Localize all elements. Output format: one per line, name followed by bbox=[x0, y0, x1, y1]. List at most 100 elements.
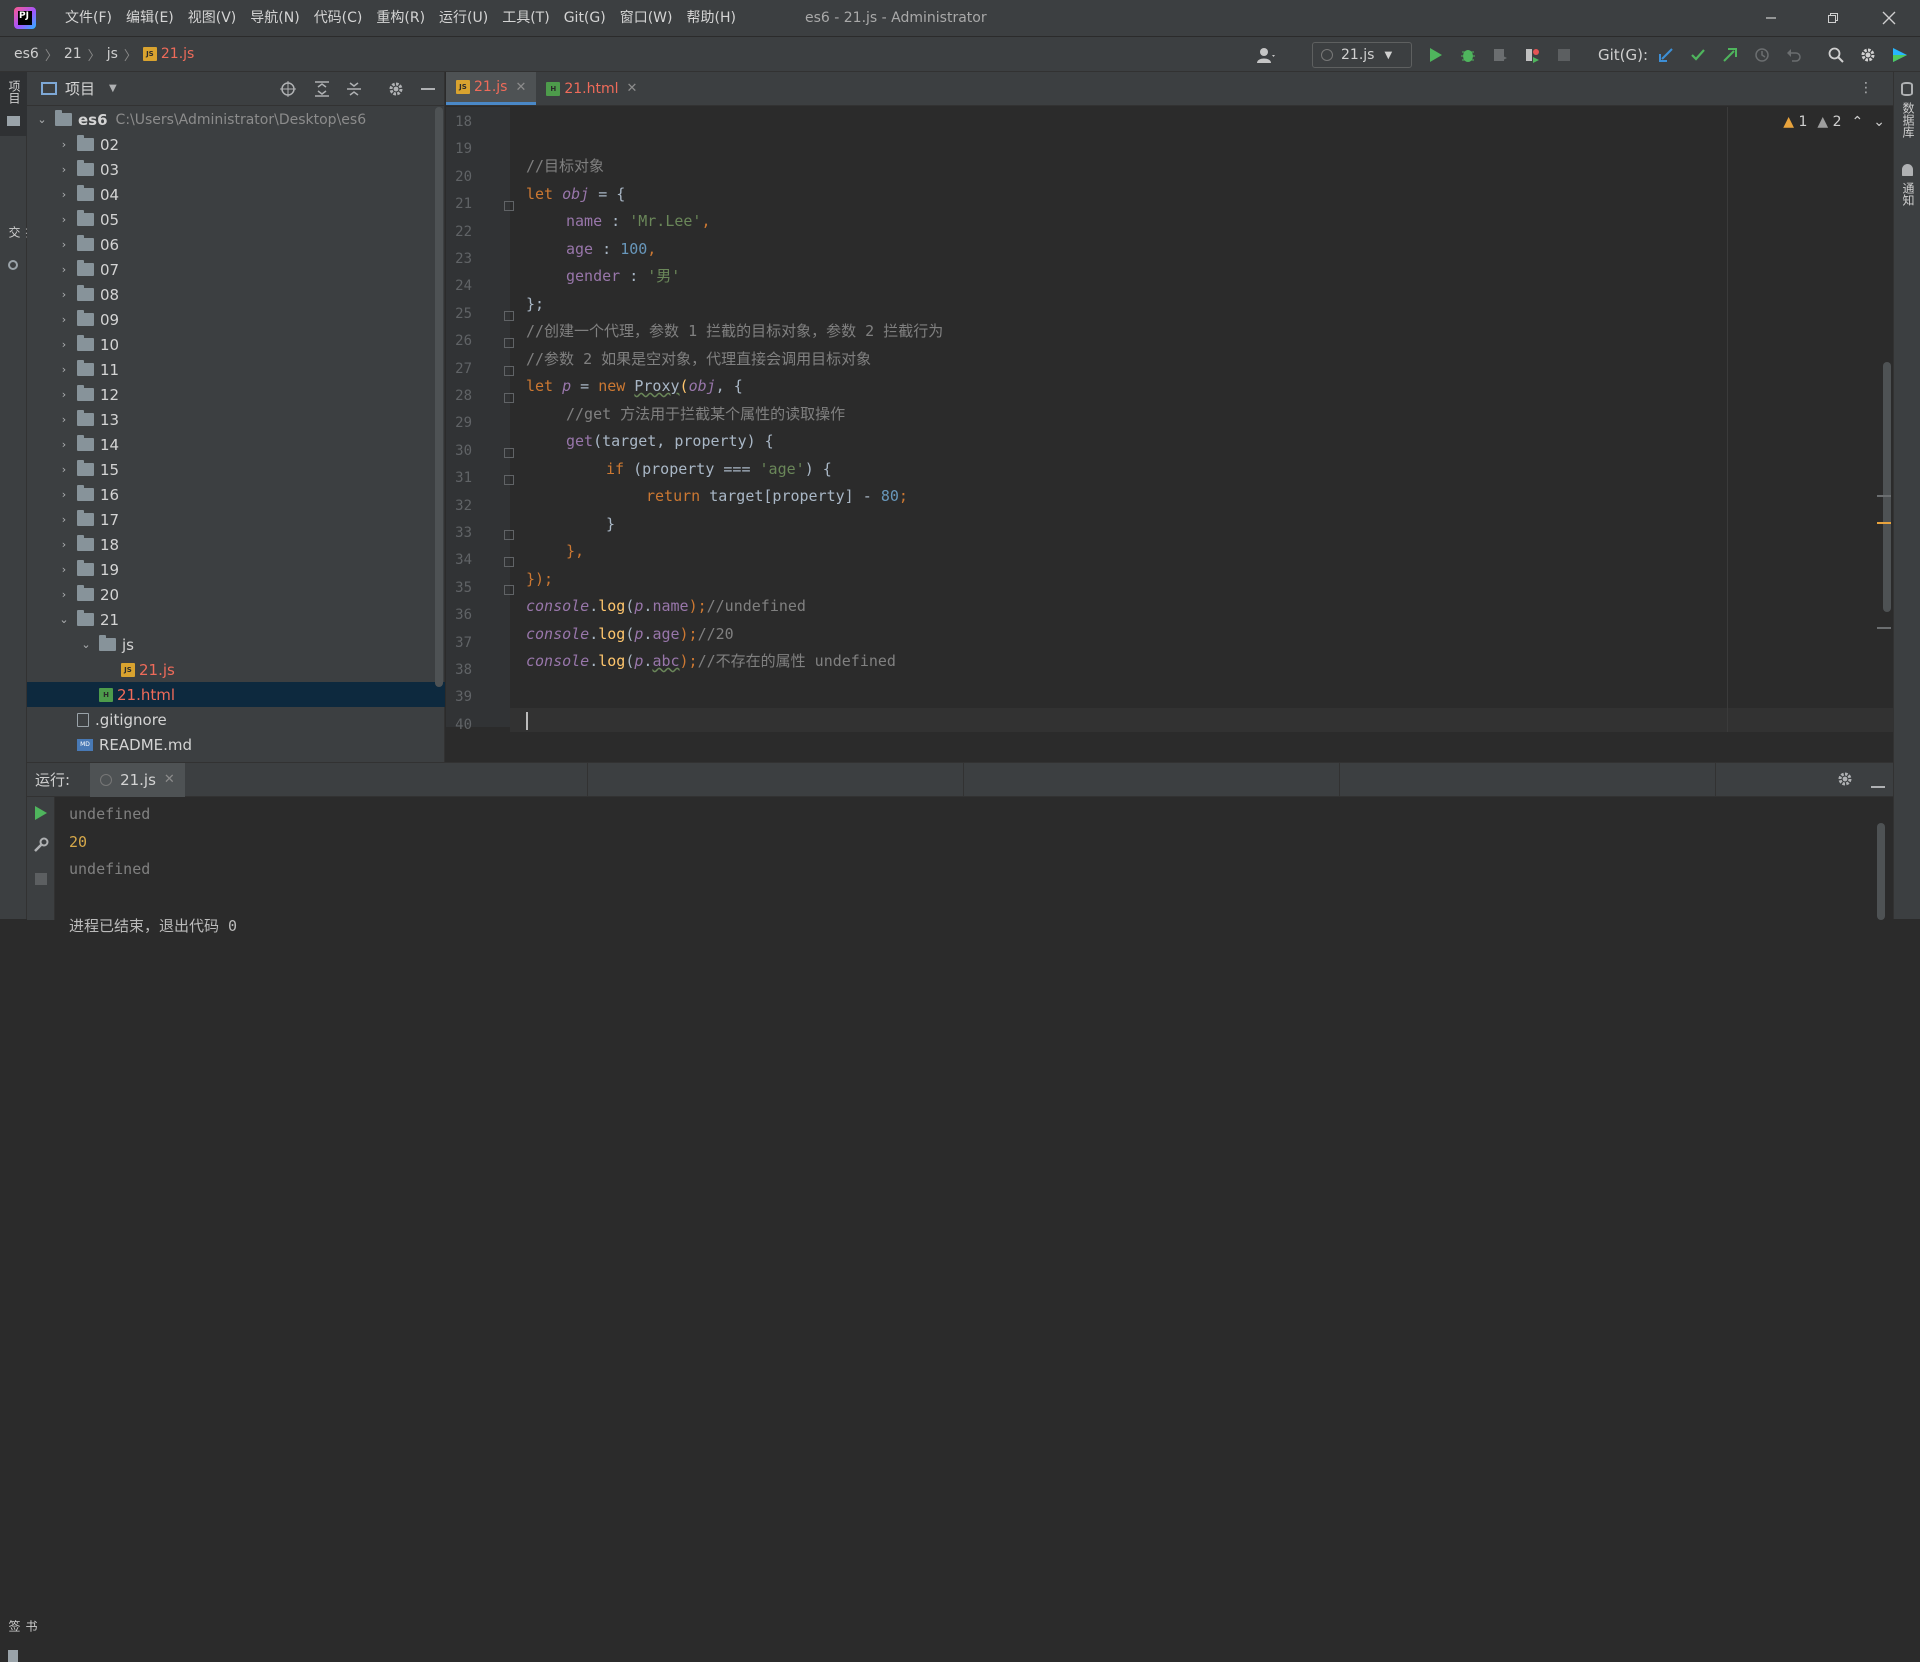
chevron-right-icon[interactable]: › bbox=[57, 213, 71, 226]
weak-warning-count[interactable]: ▲ 2 bbox=[1817, 114, 1841, 130]
close-icon[interactable] bbox=[1866, 0, 1912, 36]
chevron-right-icon[interactable]: › bbox=[57, 313, 71, 326]
breadcrumb-21[interactable]: 21 bbox=[60, 46, 86, 62]
commit-tool-button[interactable]: 提交 bbox=[0, 148, 38, 270]
run-icon[interactable] bbox=[1426, 45, 1446, 65]
expand-all-icon[interactable] bbox=[313, 80, 331, 98]
project-panel-title[interactable]: 项目 bbox=[65, 78, 95, 99]
locate-file-icon[interactable] bbox=[279, 80, 297, 98]
tree-file-21-html[interactable]: H 21.html bbox=[27, 682, 445, 707]
hide-panel-icon[interactable] bbox=[419, 80, 437, 98]
coverage-icon[interactable] bbox=[1490, 45, 1510, 65]
chevron-right-icon[interactable]: › bbox=[57, 163, 71, 176]
tree-folder-17[interactable]: › 17 bbox=[27, 507, 445, 532]
fold-marker-icon[interactable] bbox=[504, 447, 514, 458]
menu-window[interactable]: 窗口(W) bbox=[613, 0, 680, 36]
menu-edit[interactable]: 编辑(E) bbox=[119, 0, 181, 36]
chevron-right-icon[interactable]: › bbox=[57, 388, 71, 401]
tree-file-gitignore[interactable]: .gitignore bbox=[27, 707, 445, 732]
tree-file-readme[interactable]: MD README.md bbox=[27, 732, 445, 757]
chevron-right-icon[interactable]: › bbox=[57, 363, 71, 376]
tree-folder-03[interactable]: › 03 bbox=[27, 157, 445, 182]
tree-folder-18[interactable]: › 18 bbox=[27, 532, 445, 557]
tree-folder-10[interactable]: › 10 bbox=[27, 332, 445, 357]
chevron-right-icon[interactable]: › bbox=[57, 138, 71, 151]
chevron-down-icon[interactable]: ⌄ bbox=[35, 113, 49, 126]
tree-folder-21[interactable]: ⌄ 21 bbox=[27, 607, 445, 632]
breadcrumb-file[interactable]: JS 21.js bbox=[139, 46, 198, 62]
tree-folder-08[interactable]: › 08 bbox=[27, 282, 445, 307]
fold-marker-icon[interactable] bbox=[504, 393, 514, 403]
tree-folder-04[interactable]: › 04 bbox=[27, 182, 445, 207]
tab-21-html[interactable]: H 21.html ✕ bbox=[536, 72, 647, 105]
chevron-right-icon[interactable]: › bbox=[57, 413, 71, 426]
project-tool-button[interactable]: 项目 bbox=[0, 72, 27, 136]
more-tabs-icon[interactable]: ⋮ bbox=[1859, 80, 1873, 96]
menu-git[interactable]: Git(G) bbox=[557, 0, 613, 36]
tree-folder-06[interactable]: › 06 bbox=[27, 232, 445, 257]
menu-help[interactable]: 帮助(H) bbox=[679, 0, 742, 36]
rerun-icon[interactable] bbox=[34, 805, 48, 825]
settings-gear-icon[interactable] bbox=[1858, 45, 1878, 65]
menu-code[interactable]: 代码(C) bbox=[307, 0, 370, 36]
fold-marker-icon[interactable] bbox=[504, 201, 514, 212]
search-icon[interactable] bbox=[1826, 45, 1846, 65]
jetbrains-toolbox-icon[interactable] bbox=[1890, 45, 1910, 65]
tree-folder-02[interactable]: › 02 bbox=[27, 132, 445, 157]
chevron-right-icon[interactable]: › bbox=[57, 488, 71, 501]
debug-icon[interactable] bbox=[1458, 45, 1478, 65]
warning-marker[interactable] bbox=[1877, 522, 1891, 524]
chevron-right-icon[interactable]: › bbox=[57, 538, 71, 551]
menu-navigate[interactable]: 导航(N) bbox=[243, 0, 306, 36]
app-logo-icon[interactable]: PJ bbox=[14, 7, 36, 29]
restore-icon[interactable] bbox=[1810, 0, 1856, 36]
chevron-right-icon[interactable]: › bbox=[57, 263, 71, 276]
fold-marker-icon[interactable] bbox=[504, 475, 514, 486]
user-icon[interactable] bbox=[1256, 45, 1276, 65]
close-icon[interactable]: ✕ bbox=[164, 772, 175, 787]
chevron-right-icon[interactable]: › bbox=[57, 288, 71, 301]
tab-21-js[interactable]: JS 21.js ✕ bbox=[446, 72, 537, 105]
chevron-right-icon[interactable]: › bbox=[57, 513, 71, 526]
menu-run[interactable]: 运行(U) bbox=[432, 0, 495, 36]
stop-icon[interactable] bbox=[35, 873, 47, 889]
chevron-right-icon[interactable]: › bbox=[57, 438, 71, 451]
tree-root-es6[interactable]: ⌄ es6 C:\Users\Administrator\Desktop\es6 bbox=[27, 107, 445, 132]
close-icon[interactable]: ✕ bbox=[515, 80, 526, 95]
tree-folder-16[interactable]: › 16 bbox=[27, 482, 445, 507]
fold-marker-icon[interactable] bbox=[504, 310, 514, 321]
run-tab[interactable]: 21.js ✕ bbox=[90, 762, 185, 797]
console-scrollbar[interactable] bbox=[1877, 823, 1885, 920]
minimize-icon[interactable] bbox=[1748, 0, 1794, 36]
fold-marker-icon[interactable] bbox=[504, 530, 514, 540]
fold-marker-icon[interactable] bbox=[504, 338, 514, 349]
hide-panel-icon[interactable] bbox=[1871, 778, 1885, 793]
menu-view[interactable]: 视图(V) bbox=[181, 0, 244, 36]
chevron-right-icon[interactable]: › bbox=[57, 463, 71, 476]
close-icon[interactable]: ✕ bbox=[627, 81, 638, 96]
tree-folder-js[interactable]: ⌄ js bbox=[27, 632, 445, 657]
bookmarks-tool-button[interactable]: 书签 bbox=[0, 842, 38, 1662]
menu-tools[interactable]: 工具(T) bbox=[495, 0, 556, 36]
rollback-icon[interactable] bbox=[1784, 45, 1804, 65]
chevron-down-icon[interactable]: ▼ bbox=[109, 83, 117, 94]
breadcrumb-js[interactable]: js bbox=[103, 46, 122, 62]
tree-folder-07[interactable]: › 07 bbox=[27, 257, 445, 282]
tree-folder-12[interactable]: › 12 bbox=[27, 382, 445, 407]
scroll-marker[interactable] bbox=[1877, 627, 1891, 629]
editor-scrollbar[interactable] bbox=[1883, 362, 1891, 612]
chevron-right-icon[interactable]: › bbox=[57, 238, 71, 251]
database-tool-button[interactable]: 数据库 bbox=[1894, 78, 1920, 148]
profile-icon[interactable] bbox=[1522, 45, 1542, 65]
fold-marker-icon[interactable] bbox=[504, 365, 514, 376]
chevron-right-icon[interactable]: › bbox=[57, 188, 71, 201]
project-tree-scrollbar[interactable] bbox=[435, 107, 443, 687]
chevron-right-icon[interactable]: › bbox=[57, 563, 71, 576]
chevron-down-icon[interactable]: ⌄ bbox=[57, 613, 71, 626]
tree-file-21-js[interactable]: JS 21.js bbox=[27, 657, 445, 682]
tree-folder-14[interactable]: › 14 bbox=[27, 432, 445, 457]
inspection-widget[interactable]: ▲ 1 ▲ 2 ⌃ ⌄ bbox=[1783, 114, 1885, 130]
menu-refactor[interactable]: 重构(R) bbox=[369, 0, 432, 36]
git-commit-icon[interactable] bbox=[1688, 45, 1708, 65]
tree-folder-05[interactable]: › 05 bbox=[27, 207, 445, 232]
